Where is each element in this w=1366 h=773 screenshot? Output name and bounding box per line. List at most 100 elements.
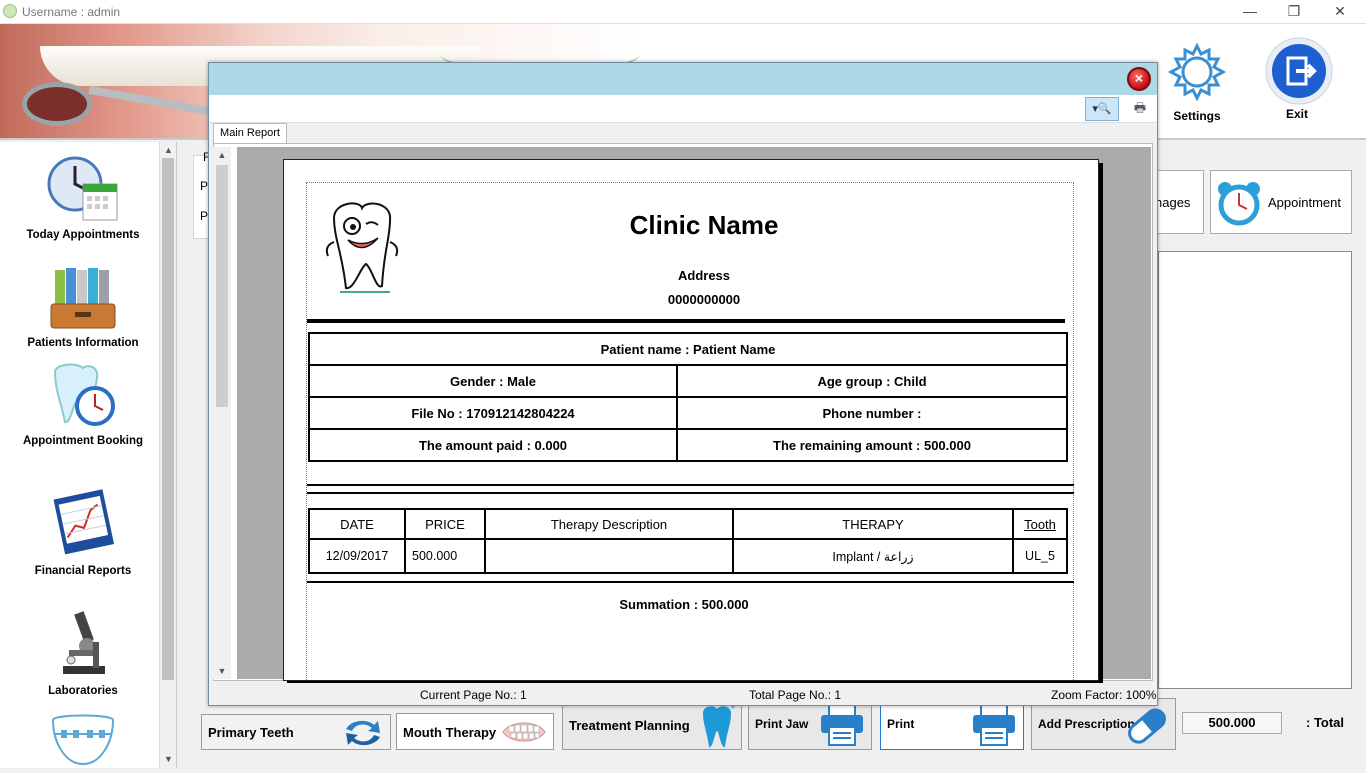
mouth-therapy-label: Mouth Therapy: [403, 725, 497, 740]
phone-number: Phone number :: [676, 396, 1068, 430]
age-group: Age group : Child: [676, 364, 1068, 398]
zoom-in-icon: ▾🔍: [1092, 103, 1112, 115]
sidebar: Today Appointments Patients Information …: [0, 142, 177, 768]
appointment-button[interactable]: Appointment: [1210, 170, 1352, 234]
sidebar-item-financial-reports[interactable]: Financial Reports: [8, 488, 158, 577]
gender: Gender : Male: [308, 364, 678, 398]
summation: Summation : 500.000: [619, 597, 749, 612]
clinic-name: Clinic Name: [629, 210, 779, 240]
calendar-clock-icon: [47, 156, 118, 221]
tab-main-report[interactable]: Main Report: [213, 123, 287, 143]
scroll-down-arrow-icon[interactable]: ▼: [160, 751, 177, 767]
clinic-phone: 0000000000: [667, 292, 741, 307]
total-label: : Total: [1306, 715, 1345, 730]
printer-icon: 🖶: [1133, 100, 1147, 115]
swap-arrows-icon: [346, 720, 380, 746]
file-no: File No : 170912142804224: [308, 396, 678, 430]
zoom-button[interactable]: ▾🔍: [1085, 97, 1119, 121]
treatment-planning-button[interactable]: Treatment Planning: [562, 700, 742, 750]
teeth-icon: [502, 722, 546, 742]
total-value: 500.000: [1182, 712, 1282, 734]
sidebar-label: Appointment Booking: [22, 435, 144, 447]
divider: [307, 492, 1074, 494]
exit-label: Exit: [1285, 107, 1308, 121]
sidebar-label: Financial Reports: [34, 565, 132, 577]
scroll-down-arrow-icon[interactable]: ▼: [213, 663, 231, 679]
app-logo-icon: [3, 4, 17, 18]
exit-button[interactable]: Exit: [1264, 36, 1333, 121]
remaining-amount: The remaining amount : 500.000: [676, 428, 1068, 462]
close-window-button[interactable]: ✕: [1320, 2, 1360, 22]
divider: [307, 319, 1065, 323]
column-header: Therapy Description: [484, 508, 734, 540]
settings-label: Settings: [1173, 109, 1221, 123]
report-chart-icon: [53, 489, 115, 555]
appointment-label: Appointment: [1268, 195, 1341, 210]
gear-icon: [1167, 42, 1227, 102]
sidebar-item-patients-information[interactable]: Patients Information: [8, 264, 158, 349]
sidebar-item-today-appointments[interactable]: Today Appointments: [8, 156, 158, 241]
cell-therapy: Implant / زراعة: [732, 538, 1014, 574]
sidebar-item-braces[interactable]: [8, 712, 158, 773]
report-scrollbar[interactable]: ▲ ▼: [213, 147, 231, 679]
cell-description: [484, 538, 734, 574]
cell-price: 500.000: [404, 538, 486, 574]
sidebar-item-appointment-booking[interactable]: Appointment Booking: [8, 362, 158, 447]
minimize-button[interactable]: —: [1230, 2, 1270, 22]
column-header: PRICE: [404, 508, 486, 540]
scroll-up-arrow-icon[interactable]: ▲: [213, 147, 231, 163]
table-header-row: DATE PRICE Therapy Description THERAPY T…: [308, 508, 1068, 540]
scroll-up-arrow-icon[interactable]: ▲: [160, 142, 177, 158]
table-row: 12/09/2017 500.000 Implant / زراعة UL_5: [308, 538, 1068, 574]
tooth-icon: [703, 703, 735, 748]
sidebar-label: Today Appointments: [26, 229, 140, 241]
print-jaw-button[interactable]: Print Jaw: [748, 700, 872, 750]
images-label: nages: [1155, 195, 1191, 210]
microscope-icon: [63, 611, 105, 674]
close-report-button[interactable]: ×: [1127, 67, 1151, 91]
report-window-header: ×: [209, 63, 1157, 95]
dental-mirror-icon: [22, 82, 92, 126]
right-panel: [1158, 251, 1352, 689]
sidebar-item-laboratories[interactable]: Laboratories: [8, 608, 158, 697]
report-page: Clinic Name Address 0000000000 Patient n…: [283, 159, 1099, 681]
primary-teeth-label: Primary Teeth: [208, 725, 294, 740]
print-jaw-label: Print Jaw: [755, 717, 809, 731]
sidebar-label: Patients Information: [27, 337, 139, 349]
column-header: DATE: [308, 508, 406, 540]
scrollbar-thumb[interactable]: [162, 158, 174, 680]
therapy-table: DATE PRICE Therapy Description THERAPY T…: [308, 508, 1068, 574]
column-header: THERAPY: [732, 508, 1014, 540]
divider: [307, 581, 1074, 583]
binders-icon: [50, 268, 116, 329]
clinic-address: Address: [677, 268, 731, 283]
column-header: Tooth: [1012, 508, 1068, 540]
total-pages: Total Page No.: 1: [749, 688, 842, 702]
patient-info-table: Patient name : Patient Name Gender : Mal…: [308, 332, 1068, 462]
print-button[interactable]: Print: [880, 700, 1024, 750]
images-button[interactable]: nages: [1150, 170, 1204, 234]
scrollbar-thumb[interactable]: [216, 165, 228, 407]
group-letter: P: [200, 179, 209, 193]
sidebar-scrollbar[interactable]: ▲ ▼: [159, 142, 176, 768]
print-report-button[interactable]: 🖶: [1129, 99, 1151, 119]
title-bar: Username : admin — ❐ ✕: [0, 0, 1366, 24]
divider: [307, 484, 1074, 486]
current-page: Current Page No.: 1: [420, 688, 527, 702]
settings-button[interactable]: Settings: [1164, 42, 1230, 123]
cell-tooth: UL_5: [1012, 538, 1068, 574]
window-title: Username : admin: [22, 5, 121, 19]
primary-teeth-button[interactable]: Primary Teeth: [201, 714, 391, 750]
sidebar-label: Laboratories: [48, 685, 118, 697]
report-toolbar: ▾🔍 🖶: [209, 95, 1157, 123]
tooth-mascot-icon: [325, 202, 399, 293]
alarm-clock-icon: [1218, 182, 1260, 226]
zoom-factor: Zoom Factor: 100%: [1051, 688, 1157, 702]
printer-icon: [821, 704, 863, 746]
report-window: × ▾🔍 🖶 Main Report ▲ ▼ Clinic Name Addre…: [208, 62, 1158, 706]
cell-date: 12/09/2017: [308, 538, 406, 574]
restore-button[interactable]: ❐: [1274, 2, 1314, 22]
capsule-icon: [1128, 708, 1166, 744]
mouth-therapy-button[interactable]: Mouth Therapy: [396, 713, 554, 750]
treatment-planning-label: Treatment Planning: [569, 718, 690, 733]
